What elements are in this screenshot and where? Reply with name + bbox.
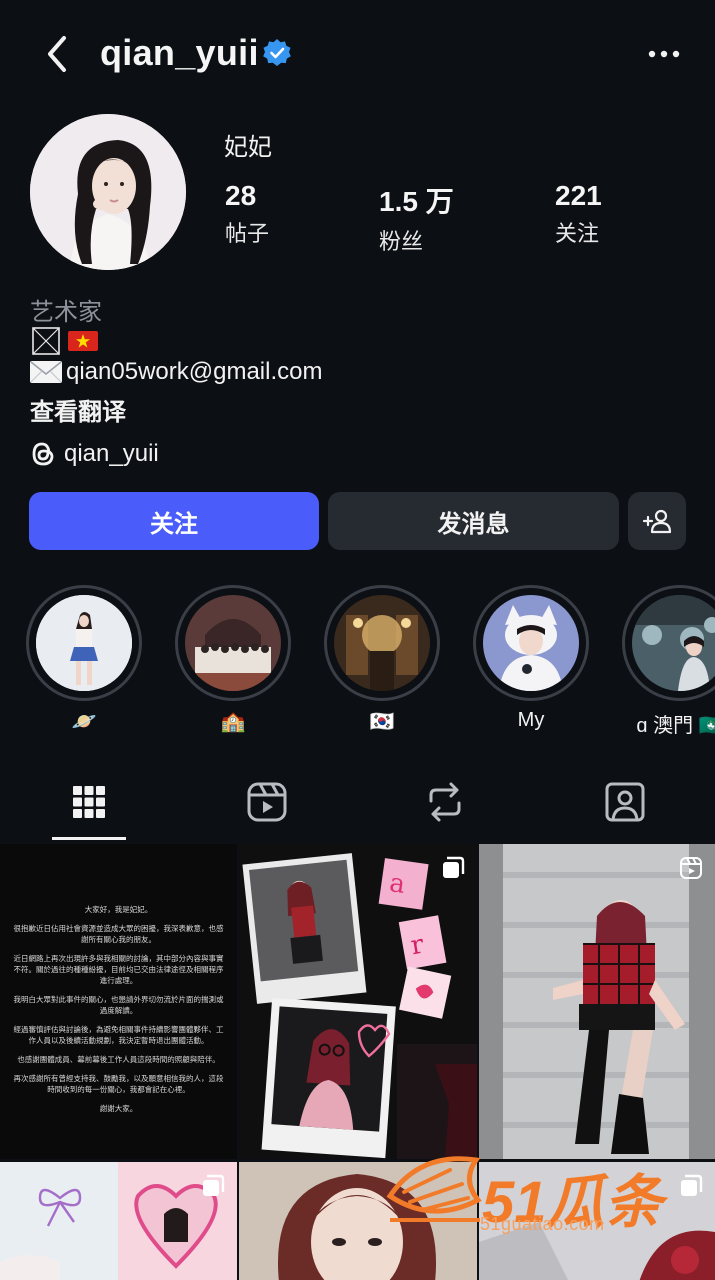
highlight-caption: ɑ 澳門 🇲🇴 xyxy=(636,715,715,737)
post-image xyxy=(239,1162,477,1280)
active-tab-indicator xyxy=(52,837,126,840)
highlight-caption: My xyxy=(517,709,545,731)
verified-badge-icon xyxy=(263,39,291,66)
bio-category: 艺术家 xyxy=(30,299,102,326)
profile-tabs xyxy=(0,760,715,844)
back-arrow-icon[interactable] xyxy=(38,34,78,74)
suggest-users-button[interactable] xyxy=(628,492,686,550)
statement-line: 近日網路上再次出現許多與我相關的討論，其中部分內容與事實不符。關於過往的種種紛擾… xyxy=(13,954,224,985)
highlight-cover xyxy=(334,595,430,691)
post-tile[interactable] xyxy=(0,1162,237,1280)
stat-followers-label: 粉丝 xyxy=(379,229,424,254)
story-highlight[interactable]: 🪐 xyxy=(26,585,142,735)
carousel-icon xyxy=(681,1174,703,1196)
threads-link[interactable]: qian_yuii xyxy=(30,440,159,468)
stat-followers-count: 1.5 万 xyxy=(379,186,454,217)
threads-handle: qian_yuii xyxy=(64,440,159,467)
vietnam-flag-icon xyxy=(68,331,98,351)
highlight-ring xyxy=(324,585,440,701)
story-highlight[interactable]: My xyxy=(473,585,589,735)
statement-line: 也感謝團體成員、幕前幕後工作人員這段時間的照顧與陪伴。 xyxy=(17,1055,220,1064)
tab-tagged[interactable] xyxy=(585,760,665,844)
profile-username: qian_yuii xyxy=(100,32,259,73)
story-highlight[interactable]: 🏫 xyxy=(175,585,291,735)
message-button[interactable]: 发消息 xyxy=(328,492,619,550)
highlight-cover xyxy=(36,595,132,691)
post-image: a r xyxy=(239,844,477,1159)
highlight-caption: 🇰🇷 xyxy=(369,711,395,733)
stat-following-label: 关注 xyxy=(555,221,600,246)
post-tile[interactable]: 大家好，我是妃妃。 很抱歉近日佔用社會資源並造成大眾的困擾，我深表歉意，也感謝所… xyxy=(0,844,237,1159)
carousel-icon xyxy=(203,1174,225,1196)
highlight-ring xyxy=(26,585,142,701)
highlight-caption: 🪐 xyxy=(71,711,97,733)
tab-reels[interactable] xyxy=(227,760,307,844)
highlight-cover xyxy=(632,595,715,691)
bio-email-row: qian05work@gmail.com xyxy=(30,358,322,386)
story-highlight[interactable]: 🇰🇷 xyxy=(324,585,440,735)
stat-posts[interactable]: 28 帖子 xyxy=(225,180,269,248)
post-tile[interactable] xyxy=(239,1162,477,1280)
story-highlight[interactable]: ɑ 澳門 🇲🇴 xyxy=(622,585,715,737)
post-image xyxy=(479,844,715,1159)
statement-line: 大家好，我是妃妃。 xyxy=(84,905,153,914)
highlight-cover xyxy=(185,595,281,691)
tab-grid[interactable] xyxy=(49,760,129,844)
statement-line: 我明白大眾對此事件的關心，也懇請外界切勿流於片面的揣測或過度解讀。 xyxy=(13,995,224,1015)
watermark-url: 51guatiao.com xyxy=(480,1214,605,1234)
repost-icon xyxy=(429,782,461,822)
statement-line: 很抱歉近日佔用社會資源並造成大眾的困擾，我深表歉意，也感謝所有關心我的朋友。 xyxy=(13,924,224,944)
profile-avatar[interactable] xyxy=(30,114,186,270)
bio-email-text: qian05work@gmail.com xyxy=(66,358,323,385)
post-tile[interactable]: a r xyxy=(239,844,477,1159)
post-tile[interactable] xyxy=(479,844,715,1159)
highlight-caption: 🏫 xyxy=(220,711,246,733)
tagged-icon xyxy=(605,782,645,822)
highlight-ring xyxy=(473,585,589,701)
highlight-ring xyxy=(175,585,291,701)
tab-reposts[interactable] xyxy=(405,760,485,844)
see-translation-link[interactable]: 查看翻译 xyxy=(30,392,126,427)
profile-header: qian_yuii xyxy=(0,0,715,110)
missing-glyph-icon xyxy=(32,327,60,355)
highlight-ring xyxy=(622,585,715,701)
grid-icon xyxy=(73,786,105,818)
statement-line: 經過審慎評估與討論後，為避免相關事件持續影響團體夥伴、工作人員以及後續活動規劃，… xyxy=(13,1025,224,1045)
stat-posts-count: 28 xyxy=(225,180,257,211)
bio-emoji-row xyxy=(32,327,98,355)
stat-following[interactable]: 221 关注 xyxy=(555,180,602,248)
reel-icon xyxy=(680,857,702,879)
stat-posts-label: 帖子 xyxy=(225,221,270,246)
more-options-icon[interactable] xyxy=(644,36,688,72)
envelope-icon xyxy=(30,361,62,383)
statement-line: 謝謝大家。 xyxy=(99,1104,138,1113)
statement-text: 大家好，我是妃妃。 很抱歉近日佔用社會資源並造成大眾的困擾，我深表歉意，也感謝所… xyxy=(10,904,227,1122)
follow-button[interactable]: 关注 xyxy=(29,492,319,550)
reels-icon xyxy=(247,782,287,822)
profile-display-name: 妃妃 xyxy=(224,134,272,161)
highlight-cover xyxy=(483,595,579,691)
stat-followers[interactable]: 1.5 万 粉丝 xyxy=(379,180,454,256)
statement-line: 再次感謝所有曾經支持我、鼓勵我，以及願意相信我的人，這段時間收到的每一份關心，我… xyxy=(13,1074,224,1094)
threads-icon xyxy=(32,442,54,466)
carousel-icon xyxy=(443,856,465,878)
stat-following-count: 221 xyxy=(555,180,602,211)
add-person-icon xyxy=(642,509,672,534)
